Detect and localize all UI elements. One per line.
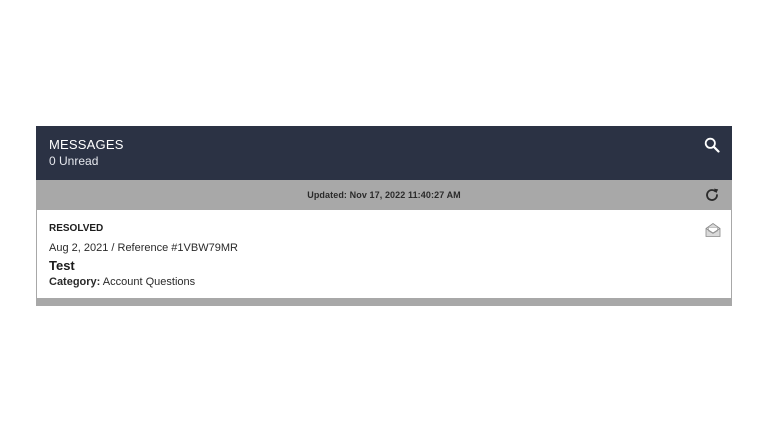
category-value: Account Questions	[102, 276, 196, 288]
status-badge: RESOLVED	[49, 223, 104, 234]
page-title: MESSAGES	[49, 137, 124, 152]
updated-bar: Updated: Nov 17, 2022 11:40:27 AM	[36, 180, 732, 210]
message-category: Category: Account Questions	[49, 275, 719, 289]
category-label: Category:	[49, 276, 101, 288]
footer-bar	[36, 298, 732, 306]
message-date-reference: Aug 2, 2021 / Reference #1VBW79MR	[49, 242, 238, 254]
updated-timestamp: Updated: Nov 17, 2022 11:40:27 AM	[307, 190, 461, 200]
envelope-open-icon	[705, 222, 721, 238]
messages-header: MESSAGES 0 Unread	[36, 126, 732, 180]
message-item[interactable]: RESOLVED Aug 2, 2021 / Reference #1VBW79…	[36, 210, 732, 298]
message-subject: Test	[49, 258, 75, 273]
search-icon[interactable]	[704, 137, 720, 153]
refresh-icon[interactable]	[704, 187, 720, 203]
messages-panel: MESSAGES 0 Unread Updated: Nov 17, 2022 …	[36, 126, 732, 306]
unread-count: 0 Unread	[49, 154, 99, 168]
